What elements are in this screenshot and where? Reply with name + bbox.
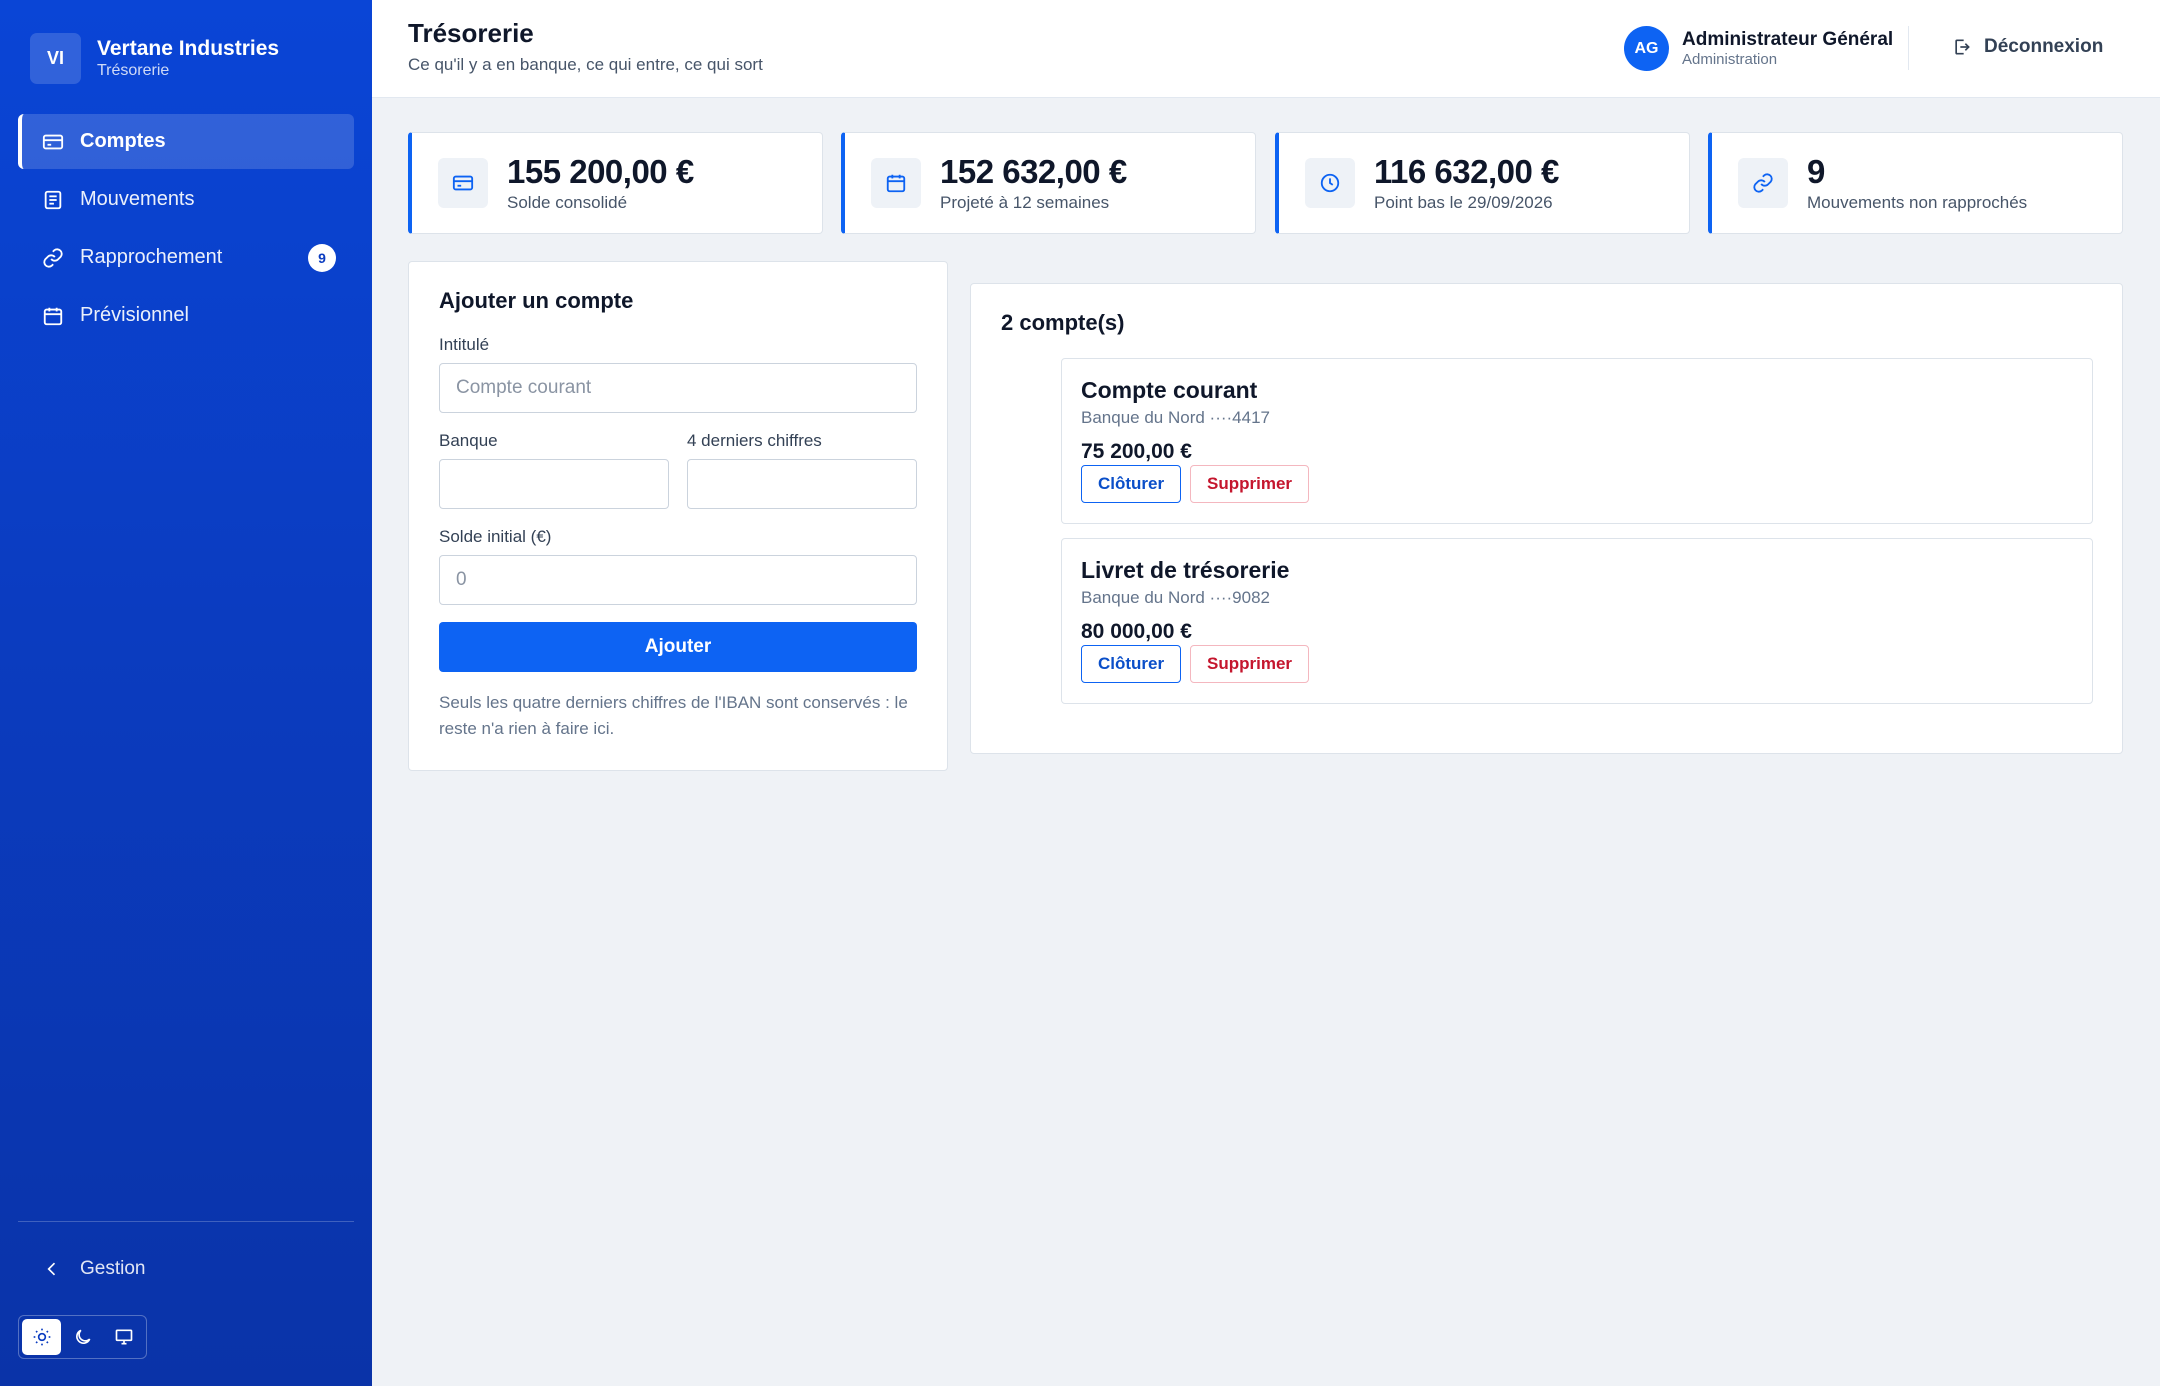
sidebar-divider xyxy=(18,1221,354,1222)
credit-card-icon xyxy=(42,134,64,149)
digits-label: 4 derniers chiffres xyxy=(687,431,822,450)
user-name: Administrateur Général xyxy=(1682,28,1894,50)
delete-account-button[interactable]: Supprimer xyxy=(1190,645,1310,683)
account-bank: Banque du Nord ····4417 xyxy=(1081,408,1271,427)
account-bank: Banque du Nord ····9082 xyxy=(1081,588,1271,607)
avatar: AG xyxy=(1624,26,1669,71)
theme-system-button[interactable] xyxy=(104,1319,143,1355)
sidebar-item-label: Prévisionnel xyxy=(80,304,189,326)
user-role: Administration xyxy=(1682,50,1778,68)
brand: VI Vertane Industries Trésorerie xyxy=(30,33,279,84)
sidebar-item-comptes[interactable]: Comptes xyxy=(18,114,354,169)
sidebar-item-label: Comptes xyxy=(80,130,166,152)
account-card: Livret de trésorerie Banque du Nord ····… xyxy=(1061,538,2093,704)
panel-title: Ajouter un compte xyxy=(439,288,634,313)
kpi-value: 116 632,00 € xyxy=(1374,153,1559,190)
last-digits-input[interactable] xyxy=(687,459,917,509)
sidebar-nav: Comptes Mouvements Rapprochement 9 Prévi… xyxy=(18,114,354,346)
kpi-card-point-bas: 116 632,00 € Point bas le 29/09/2026 xyxy=(1275,132,1690,234)
logout-button[interactable]: Déconnexion xyxy=(1952,36,2103,58)
clock-icon xyxy=(1320,173,1340,193)
kpi-value: 155 200,00 € xyxy=(507,153,694,190)
kpi-label: Projeté à 12 semaines xyxy=(940,193,1110,212)
account-balance: 75 200,00 € xyxy=(1081,440,1192,463)
logout-icon xyxy=(1955,39,1970,55)
brand-logo: VI xyxy=(30,33,81,84)
kpi-card-projete: 152 632,00 € Projeté à 12 semaines xyxy=(841,132,1256,234)
kpi-label: Mouvements non rapprochés xyxy=(1807,193,2028,212)
calendar-icon xyxy=(43,307,63,325)
accounts-list-panel: 2 compte(s) Compte courant Banque du Nor… xyxy=(970,283,2123,754)
sidebar-item-label: Mouvements xyxy=(80,188,195,210)
moon-icon xyxy=(75,1329,90,1344)
delete-account-button[interactable]: Supprimer xyxy=(1190,465,1310,503)
solde-initial-input[interactable] xyxy=(439,555,917,605)
chevron-left-icon xyxy=(47,1262,56,1276)
add-account-panel: Ajouter un compte Intitulé Banque 4 dern… xyxy=(408,261,948,771)
sidebar-item-previsionnel[interactable]: Prévisionnel xyxy=(18,288,354,343)
brand-module: Trésorerie xyxy=(97,61,170,79)
solde-label: Solde initial (€) xyxy=(439,527,552,546)
unreconciled-count-badge: 9 xyxy=(308,244,336,272)
sidebar-item-label: Rapprochement xyxy=(80,246,223,268)
user-profile: AG Administrateur Général Administration xyxy=(1624,26,1893,71)
kpi-value: 152 632,00 € xyxy=(940,153,1127,190)
theme-light-button[interactable] xyxy=(22,1319,61,1355)
account-name: Compte courant xyxy=(1081,377,1258,403)
page-subtitle: Ce qu'il y a en banque, ce qui entre, ce… xyxy=(408,55,763,74)
header-separator xyxy=(1908,26,1909,70)
top-header: Trésorerie Ce qu'il y a en banque, ce qu… xyxy=(372,0,2160,98)
theme-switcher xyxy=(18,1315,147,1359)
theme-dark-button[interactable] xyxy=(63,1319,102,1355)
back-to-gestion-link[interactable]: Gestion xyxy=(42,1258,145,1280)
calendar-icon xyxy=(886,174,906,193)
kpi-card-solde: 155 200,00 € Solde consolidé xyxy=(408,132,823,234)
account-card: Compte courant Banque du Nord ····4417 7… xyxy=(1061,358,2093,524)
close-account-button[interactable]: Clôturer xyxy=(1081,465,1182,503)
page-title: Trésorerie xyxy=(408,18,534,48)
sun-icon xyxy=(33,1328,50,1346)
iban-note: Seuls les quatre derniers chiffres de l'… xyxy=(439,693,908,738)
banque-label: Banque xyxy=(439,431,498,450)
sidebar-item-rapprochement[interactable]: Rapprochement 9 xyxy=(18,230,354,285)
brand-name: Vertane Industries xyxy=(97,36,280,60)
close-account-button[interactable]: Clôturer xyxy=(1081,645,1182,683)
logout-label: Déconnexion xyxy=(1984,36,2104,57)
sidebar: VI Vertane Industries Trésorerie Comptes… xyxy=(0,0,372,1386)
banque-input[interactable] xyxy=(439,459,669,509)
link-icon xyxy=(1753,173,1773,193)
kpi-label: Solde consolidé xyxy=(507,193,628,212)
list-icon xyxy=(44,190,62,209)
intitule-label: Intitulé xyxy=(439,335,490,354)
account-name: Livret de trésorerie xyxy=(1081,557,1290,583)
credit-card-icon xyxy=(452,175,474,191)
kpi-label: Point bas le 29/09/2026 xyxy=(1374,193,1553,212)
sidebar-item-mouvements[interactable]: Mouvements xyxy=(18,172,354,227)
back-link-label: Gestion xyxy=(80,1258,146,1279)
kpi-value: 9 xyxy=(1807,153,1825,190)
add-account-button[interactable]: Ajouter xyxy=(439,622,917,672)
intitule-input[interactable] xyxy=(439,363,917,413)
link-icon xyxy=(43,247,63,268)
accounts-count: 2 compte(s) xyxy=(1001,310,1125,335)
kpi-card-non-rapproches: 9 Mouvements non rapprochés xyxy=(1708,132,2123,234)
monitor-icon xyxy=(115,1329,132,1345)
account-balance: 80 000,00 € xyxy=(1081,620,1192,643)
